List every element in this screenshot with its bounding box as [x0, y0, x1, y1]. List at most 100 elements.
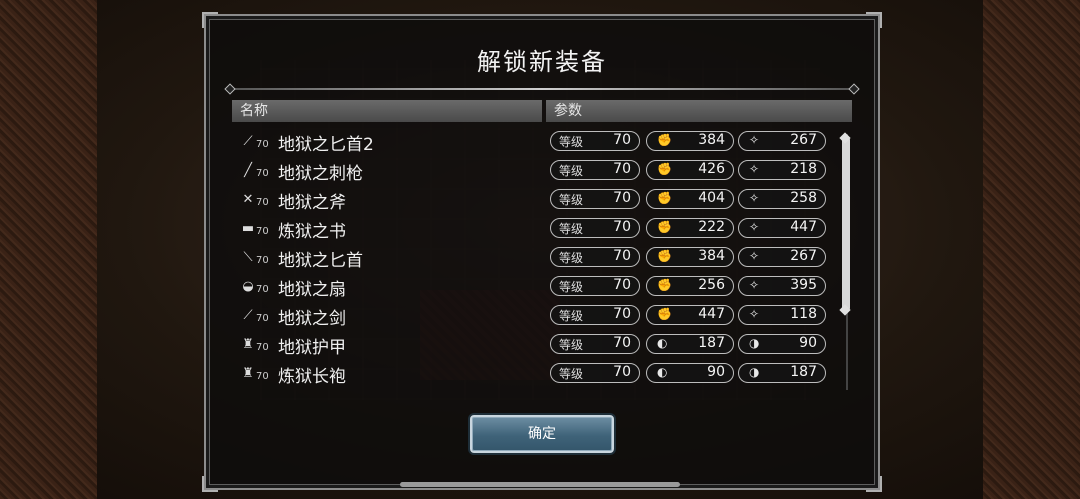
unlock-equipment-dialog: 解锁新装备 名称 参数 ⟋ 70 地狱之匕首2 等级 70 ✊ 384 ✧ 267 ╱ 70 地狱之刺…	[202, 12, 882, 492]
title-divider	[232, 88, 852, 90]
stat-a-pill: ✊ 384	[646, 247, 734, 267]
item-level: 70	[256, 255, 269, 266]
level-pill: 等级 70	[550, 305, 640, 325]
phys-attack-icon: ✊	[657, 307, 672, 321]
level-value: 70	[613, 190, 631, 206]
scrollbar-thumb[interactable]	[842, 138, 850, 310]
level-value: 70	[613, 219, 631, 235]
elem-attack-icon: ✧	[749, 249, 760, 263]
equipment-row[interactable]: ⟋ 70 地狱之匕首2 等级 70 ✊ 384 ✧ 267	[232, 127, 832, 156]
level-label: 等级	[559, 251, 584, 265]
phys-attack-icon: ✊	[657, 133, 672, 147]
stat-a-pill: ✊ 256	[646, 276, 734, 296]
tome-icon: ▬	[241, 221, 255, 236]
stat-b-pill: ✧ 447	[738, 218, 826, 238]
stat-b-pill: ✧ 218	[738, 160, 826, 180]
elem-attack-icon: ✧	[749, 307, 760, 321]
stat-a-pill: ✊ 426	[646, 160, 734, 180]
phys-attack-icon: ✊	[657, 278, 672, 292]
item-level: 70	[256, 284, 269, 295]
level-pill: 等级 70	[550, 247, 640, 267]
level-label: 等级	[559, 135, 584, 149]
equipment-row[interactable]: ▬ 70 炼狱之书 等级 70 ✊ 222 ✧ 447	[232, 214, 832, 243]
sword-icon: ⟋	[243, 308, 253, 323]
column-header-name: 名称	[232, 100, 542, 122]
equipment-row[interactable]: ⟋ 70 地狱之剑 等级 70 ✊ 447 ✧ 118	[232, 301, 832, 330]
equipment-list[interactable]: ⟋ 70 地狱之匕首2 等级 70 ✊ 384 ✧ 267 ╱ 70 地狱之刺枪 等级 70 ✊ 426 ✧ 21…	[232, 127, 832, 388]
level-label: 等级	[559, 309, 584, 323]
elem-attack-icon: ✧	[749, 278, 760, 292]
home-indicator[interactable]	[400, 482, 680, 487]
level-pill: 等级 70	[550, 276, 640, 296]
item-level: 70	[256, 139, 269, 150]
stat-a-pill: ✊ 222	[646, 218, 734, 238]
stat-a-pill: ◐ 90	[646, 363, 734, 383]
level-label: 等级	[559, 193, 584, 207]
stat-b-pill: ✧ 258	[738, 189, 826, 209]
left-letterbox	[0, 0, 97, 499]
stat-b-pill: ✧ 395	[738, 276, 826, 296]
phys-attack-icon: ✊	[657, 191, 672, 205]
equipment-row[interactable]: ◒ 70 地狱之扇 等级 70 ✊ 256 ✧ 395	[232, 272, 832, 301]
stat-a-value: 187	[698, 335, 725, 351]
equipment-row[interactable]: ♜ 70 地狱护甲 等级 70 ◐ 187 ◑ 90	[232, 330, 832, 359]
right-letterbox	[983, 0, 1080, 499]
corner-ornament	[866, 476, 882, 492]
stat-a-pill: ✊ 404	[646, 189, 734, 209]
stat-a-pill: ✊ 384	[646, 131, 734, 151]
stat-a-value: 222	[698, 219, 725, 235]
item-level: 70	[256, 313, 269, 324]
item-name: 地狱之扇	[278, 280, 346, 300]
stat-b-pill: ✧ 267	[738, 131, 826, 151]
stat-b-value: 258	[790, 190, 817, 206]
confirm-button[interactable]: 确定	[470, 415, 614, 453]
level-value: 70	[613, 364, 631, 380]
item-name: 炼狱之书	[278, 222, 346, 242]
level-value: 70	[613, 306, 631, 322]
equipment-row[interactable]: ✕ 70 地狱之斧 等级 70 ✊ 404 ✧ 258	[232, 185, 832, 214]
stat-b-pill: ◑ 90	[738, 334, 826, 354]
level-value: 70	[613, 335, 631, 351]
level-label: 等级	[559, 367, 584, 381]
robe-icon: ♜	[242, 366, 254, 381]
fan-icon: ◒	[242, 279, 254, 294]
item-level: 70	[256, 371, 269, 382]
level-value: 70	[613, 248, 631, 264]
level-pill: 等级 70	[550, 334, 640, 354]
elem-defense-icon: ◑	[749, 336, 760, 350]
level-value: 70	[613, 161, 631, 177]
phys-attack-icon: ✊	[657, 162, 672, 176]
level-label: 等级	[559, 280, 584, 294]
phys-defense-icon: ◐	[657, 336, 668, 350]
stat-b-value: 90	[799, 335, 817, 351]
level-label: 等级	[559, 164, 584, 178]
dagger-icon: ⟋	[243, 134, 253, 149]
item-name: 炼狱长袍	[278, 367, 346, 387]
dialog-title: 解锁新装备	[477, 48, 607, 76]
equipment-row[interactable]: ╱ 70 地狱之刺枪 等级 70 ✊ 426 ✧ 218	[232, 156, 832, 185]
stat-b-value: 118	[790, 306, 817, 322]
elem-defense-icon: ◑	[749, 365, 760, 379]
game-screen: 解锁新装备 名称 参数 ⟋ 70 地狱之匕首2 等级 70 ✊ 384 ✧ 267 ╱ 70 地狱之刺…	[0, 0, 1080, 499]
item-name: 地狱护甲	[278, 338, 346, 358]
stat-b-value: 218	[790, 161, 817, 177]
item-name: 地狱之斧	[278, 193, 346, 213]
stat-a-pill: ✊ 447	[646, 305, 734, 325]
corner-ornament	[202, 476, 218, 492]
level-pill: 等级 70	[550, 160, 640, 180]
phys-attack-icon: ✊	[657, 249, 672, 263]
item-level: 70	[256, 342, 269, 353]
equipment-row[interactable]: ⟍ 70 地狱之匕首 等级 70 ✊ 384 ✧ 267	[232, 243, 832, 272]
stat-b-pill: ◑ 187	[738, 363, 826, 383]
stat-a-value: 256	[698, 277, 725, 293]
stat-a-value: 404	[698, 190, 725, 206]
level-value: 70	[613, 277, 631, 293]
item-name: 地狱之匕首	[278, 251, 363, 271]
equipment-row[interactable]: ♜ 70 炼狱长袍 等级 70 ◐ 90 ◑ 187	[232, 359, 832, 388]
stat-b-pill: ✧ 118	[738, 305, 826, 325]
phys-attack-icon: ✊	[657, 220, 672, 234]
item-name: 地狱之匕首2	[278, 135, 374, 155]
stat-a-value: 426	[698, 161, 725, 177]
stat-a-pill: ◐ 187	[646, 334, 734, 354]
stat-b-value: 187	[790, 364, 817, 380]
